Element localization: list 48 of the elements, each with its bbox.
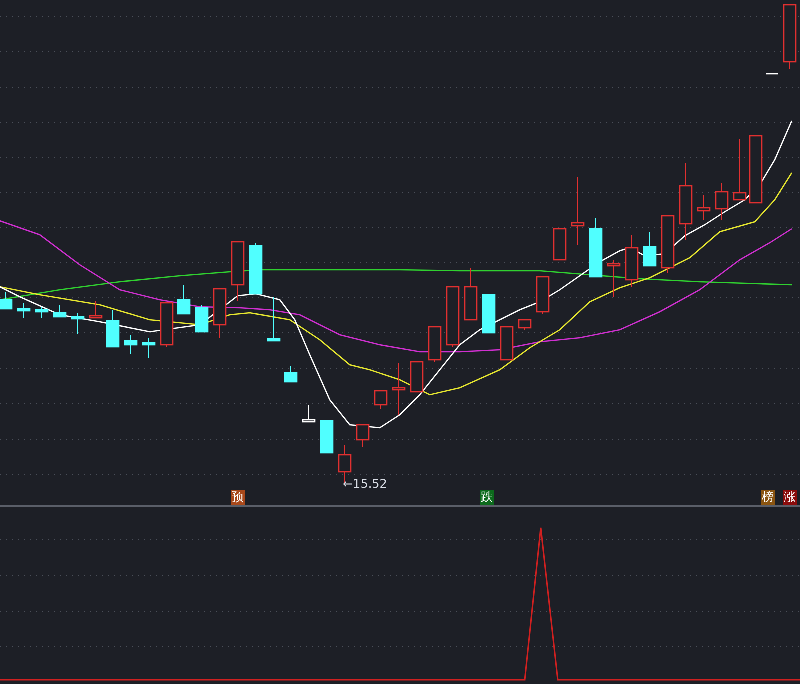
candlestick [643, 232, 657, 267]
candlestick [177, 284, 191, 315]
dash-mark [766, 73, 778, 75]
candlestick [697, 194, 711, 220]
candlestick [356, 424, 370, 448]
signal-marker: 榜 [761, 490, 775, 505]
candlestick [267, 296, 281, 342]
candlestick [428, 326, 442, 362]
candlestick [53, 304, 67, 318]
candlestick [500, 326, 514, 361]
candlestick [571, 176, 585, 246]
candlestick [89, 300, 103, 319]
candlestick [17, 302, 31, 318]
candlestick [446, 286, 460, 348]
candlestick [589, 218, 603, 278]
signal-marker: 跌 [480, 490, 494, 505]
candlestick [231, 241, 245, 302]
candlestick [607, 260, 621, 298]
candlestick [142, 338, 156, 358]
candlestick [536, 276, 550, 314]
candlestick [783, 4, 797, 70]
candlestick [749, 135, 763, 204]
candlestick [482, 294, 496, 334]
candlestick [320, 420, 334, 454]
candlestick [213, 288, 227, 338]
candlestick [733, 138, 747, 201]
candlestick [661, 215, 675, 274]
candlestick [284, 366, 298, 383]
candlestick [302, 404, 316, 423]
candlestick [106, 310, 120, 348]
candlestick [715, 182, 729, 220]
candlestick [553, 228, 567, 261]
lowest-price-label: ←15.52 [343, 477, 388, 491]
candlestick [0, 292, 13, 310]
signal-marker: 预 [231, 490, 245, 505]
signal-marker: 涨 [783, 490, 797, 505]
candlestick [392, 362, 406, 416]
candlestick [625, 234, 639, 288]
candlestick [410, 361, 424, 393]
candlestick [464, 268, 478, 321]
candlestick [124, 334, 138, 354]
candlestick [374, 390, 388, 410]
candlestick [249, 242, 263, 295]
candlestick [35, 306, 49, 318]
candlestick [71, 312, 85, 334]
candlestick [160, 302, 174, 348]
candlestick [195, 304, 209, 333]
candlestick [518, 319, 532, 330]
